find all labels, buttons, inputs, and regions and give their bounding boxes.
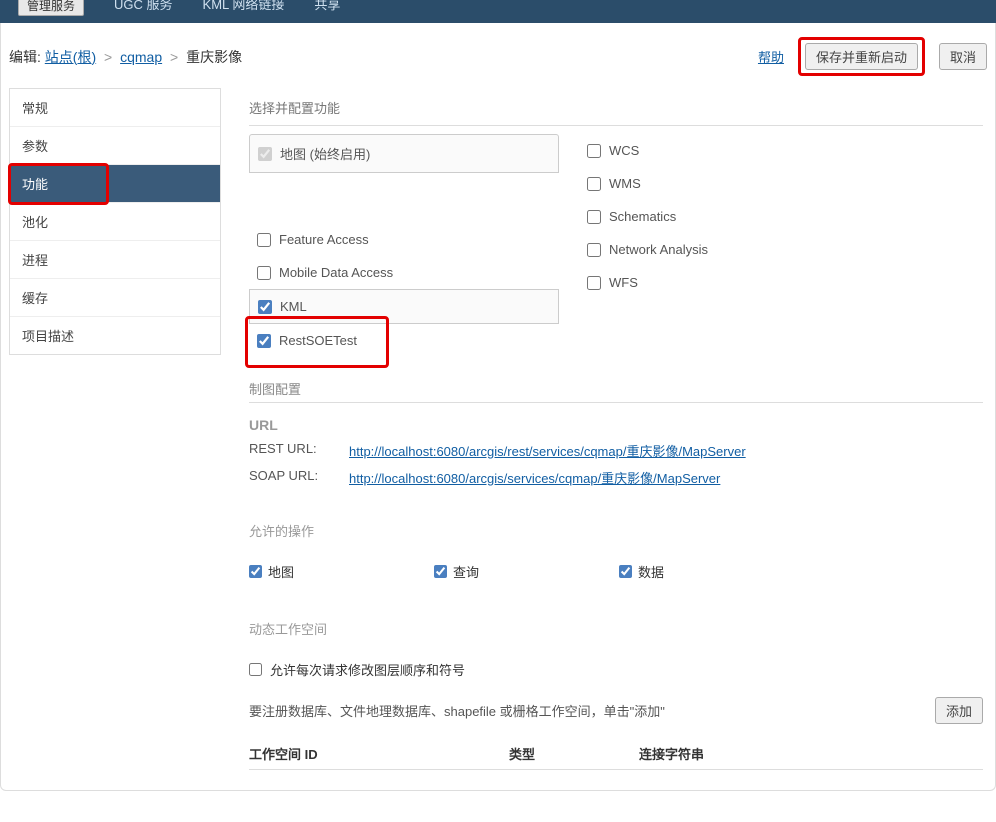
allowed-ops: 地图 查询 数据 xyxy=(249,554,983,589)
capability-feature-access[interactable]: Feature Access xyxy=(249,223,559,256)
add-workspace-button[interactable]: 添加 xyxy=(935,697,983,724)
breadcrumb-sep: > xyxy=(104,49,112,65)
capability-mobile-data-label: Mobile Data Access xyxy=(279,265,393,280)
capability-wms-label: WMS xyxy=(609,176,641,191)
section-select-configure: 选择并配置功能 xyxy=(249,86,983,126)
manage-services-button[interactable]: 管理服务 xyxy=(18,0,84,16)
top-nav-bar: 管理服务 UGC 服务 KML 网络链接 共享 xyxy=(0,0,996,23)
capability-kml[interactable]: KML xyxy=(249,289,559,324)
capability-wms-checkbox[interactable] xyxy=(587,177,601,191)
th-type: 类型 xyxy=(509,744,639,763)
url-block: URL REST URL: http://localhost:6080/arcg… xyxy=(249,413,983,499)
capabilities-right-col: WCS WMS Schematics Network Analysis xyxy=(559,134,899,357)
sidebar-item-params[interactable]: 参数 xyxy=(10,127,220,165)
op-query-label: 查询 xyxy=(453,562,479,581)
nav-share[interactable]: 共享 xyxy=(314,0,340,13)
main-layout: 常规 参数 功能 池化 进程 缓存 项目描述 选择并配置功能 地图 (始终启用) xyxy=(1,86,995,790)
help-link[interactable]: 帮助 xyxy=(758,47,784,66)
sidebar-item-general[interactable]: 常规 xyxy=(10,89,220,127)
op-map-checkbox[interactable] xyxy=(249,565,262,578)
capability-network-analysis[interactable]: Network Analysis xyxy=(579,233,899,266)
capability-kml-label: KML xyxy=(280,299,307,314)
breadcrumb: 编辑: 站点(根) > cqmap > 重庆影像 xyxy=(9,47,242,67)
capability-map-label: 地图 (始终启用) xyxy=(280,144,370,163)
capability-wcs[interactable]: WCS xyxy=(579,134,899,167)
sidebar: 常规 参数 功能 池化 进程 缓存 项目描述 xyxy=(9,88,221,355)
capability-network-analysis-label: Network Analysis xyxy=(609,242,708,257)
capability-schematics-label: Schematics xyxy=(609,209,676,224)
op-data-label: 数据 xyxy=(638,562,664,581)
capability-wcs-label: WCS xyxy=(609,143,639,158)
save-restart-button[interactable]: 保存并重新启动 xyxy=(805,43,918,70)
allow-per-request-checkbox[interactable] xyxy=(249,663,262,676)
op-map-label: 地图 xyxy=(268,562,294,581)
op-query-checkbox[interactable] xyxy=(434,565,447,578)
sidebar-item-processes[interactable]: 进程 xyxy=(10,241,220,279)
capability-restsoetest-label: RestSOETest xyxy=(279,333,357,348)
capability-mobile-data-checkbox[interactable] xyxy=(257,266,271,280)
allow-per-request-label: 允许每次请求修改图层顺序和符号 xyxy=(270,660,465,679)
capability-feature-access-checkbox[interactable] xyxy=(257,233,271,247)
workspace-note: 要注册数据库、文件地理数据库、shapefile 或栅格工作空间，单击"添加" xyxy=(249,701,665,720)
capability-wfs-checkbox[interactable] xyxy=(587,276,601,290)
capability-map[interactable]: 地图 (始终启用) xyxy=(249,134,559,173)
op-map[interactable]: 地图 xyxy=(249,562,294,581)
breadcrumb-sep: > xyxy=(170,49,178,65)
header-row: 编辑: 站点(根) > cqmap > 重庆影像 帮助 保存并重新启动 取消 xyxy=(1,23,995,86)
capability-schematics[interactable]: Schematics xyxy=(579,200,899,233)
op-query[interactable]: 查询 xyxy=(434,562,479,581)
capability-wcs-checkbox[interactable] xyxy=(587,144,601,158)
header-actions: 帮助 保存并重新启动 取消 xyxy=(758,37,987,76)
capability-feature-access-label: Feature Access xyxy=(279,232,369,247)
capabilities-left-col: 地图 (始终启用) Feature Access Mobile Data Acc… xyxy=(249,134,559,357)
capability-wms[interactable]: WMS xyxy=(579,167,899,200)
capabilities-grid: 地图 (始终启用) Feature Access Mobile Data Acc… xyxy=(249,134,983,357)
th-workspace-id: 工作空间 ID xyxy=(249,744,509,763)
capability-restsoetest-checkbox[interactable] xyxy=(257,334,271,348)
capabilities-panel: 选择并配置功能 地图 (始终启用) Feature Access Mobile … xyxy=(221,86,995,770)
capability-network-analysis-checkbox[interactable] xyxy=(587,243,601,257)
dynamic-ws-heading: 动态工作空间 xyxy=(249,619,983,642)
nav-ugc[interactable]: UGC 服务 xyxy=(114,0,173,13)
section-map-config: 制图配置 xyxy=(249,379,983,403)
breadcrumb-root[interactable]: 站点(根) xyxy=(45,49,96,65)
soap-url-label: SOAP URL: xyxy=(249,468,349,487)
rest-url-row: REST URL: http://localhost:6080/arcgis/r… xyxy=(249,441,983,460)
capability-mobile-data[interactable]: Mobile Data Access xyxy=(249,256,559,289)
url-heading: URL xyxy=(249,417,983,433)
op-data[interactable]: 数据 xyxy=(619,562,664,581)
capability-restsoetest[interactable]: RestSOETest xyxy=(249,324,559,357)
capability-schematics-checkbox[interactable] xyxy=(587,210,601,224)
capability-wfs[interactable]: WFS xyxy=(579,266,899,299)
workspace-note-row: 要注册数据库、文件地理数据库、shapefile 或栅格工作空间，单击"添加" … xyxy=(249,697,983,724)
soap-url-row: SOAP URL: http://localhost:6080/arcgis/s… xyxy=(249,468,983,487)
content-panel: 编辑: 站点(根) > cqmap > 重庆影像 帮助 保存并重新启动 取消 常… xyxy=(0,23,996,791)
sidebar-item-description[interactable]: 项目描述 xyxy=(10,317,220,354)
soap-url-link[interactable]: http://localhost:6080/arcgis/services/cq… xyxy=(349,468,720,487)
sidebar-item-capabilities[interactable]: 功能 xyxy=(10,165,220,203)
th-connection-string: 连接字符串 xyxy=(639,744,839,763)
sidebar-item-pooling[interactable]: 池化 xyxy=(10,203,220,241)
rest-url-label: REST URL: xyxy=(249,441,349,460)
workspace-table-header: 工作空间 ID 类型 连接字符串 xyxy=(249,734,983,770)
cancel-button[interactable]: 取消 xyxy=(939,43,987,70)
allow-per-request-row[interactable]: 允许每次请求修改图层顺序和符号 xyxy=(249,652,983,687)
rest-url-link[interactable]: http://localhost:6080/arcgis/rest/servic… xyxy=(349,441,746,460)
nav-kml[interactable]: KML 网络链接 xyxy=(203,0,285,13)
sidebar-item-cache[interactable]: 缓存 xyxy=(10,279,220,317)
breadcrumb-folder[interactable]: cqmap xyxy=(120,49,162,65)
op-data-checkbox[interactable] xyxy=(619,565,632,578)
breadcrumb-prefix: 编辑: xyxy=(9,49,41,65)
breadcrumb-service: 重庆影像 xyxy=(186,49,242,65)
allowed-ops-heading: 允许的操作 xyxy=(249,521,983,544)
capability-map-checkbox xyxy=(258,147,272,161)
capability-kml-checkbox[interactable] xyxy=(258,300,272,314)
capability-wfs-label: WFS xyxy=(609,275,638,290)
